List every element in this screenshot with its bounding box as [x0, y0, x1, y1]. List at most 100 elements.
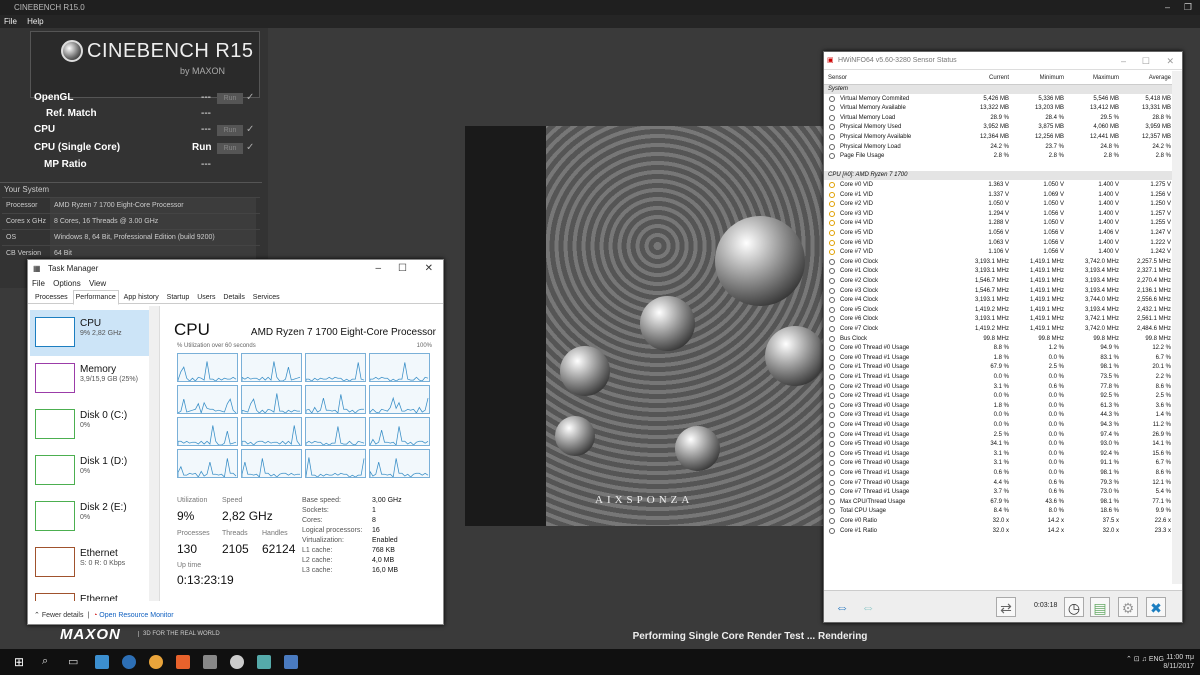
sensor-row[interactable]: Core #7 Clock 1,419.2 MHz 1,419.1 MHz 3,742…: [824, 325, 1174, 334]
windows-start-icon[interactable]: ⊞: [14, 655, 28, 669]
language-indicator[interactable]: ENG: [1149, 656, 1164, 663]
app-icon-2[interactable]: [284, 655, 298, 669]
sensor-row[interactable]: Core #5 Thread #0 Usage 34.1 % 0.0 % 93.0 %…: [824, 440, 1174, 449]
tab-app-history[interactable]: App history: [121, 290, 162, 305]
tab-users[interactable]: Users: [194, 290, 218, 305]
chevron-up-icon[interactable]: ⌃: [1126, 656, 1132, 663]
sensor-row[interactable]: Total CPU Usage 8.4 % 8.0 % 18.6 % 9.9 %: [824, 507, 1174, 516]
close-icon[interactable]: ✕: [1166, 52, 1174, 70]
task-manager-taskbar-icon[interactable]: [203, 655, 217, 669]
sensor-row[interactable]: Core #1 Thread #1 Usage 0.0 % 0.0 % 73.5 % 2…: [824, 373, 1174, 382]
sensor-row[interactable]: Core #6 Thread #1 Usage 0.6 % 0.0 % 98.1 % 8…: [824, 469, 1174, 478]
hwinfo-scrollbar[interactable]: [1172, 71, 1182, 584]
log-icon[interactable]: ▤: [1090, 597, 1110, 617]
menu-file[interactable]: File: [4, 17, 17, 26]
chevron-up-icon[interactable]: ⌃: [34, 612, 40, 619]
network-icon[interactable]: ⊡: [1134, 656, 1140, 663]
cpu-run-button[interactable]: Run: [217, 125, 243, 136]
close-sensors-icon[interactable]: ✖: [1146, 597, 1166, 617]
sensor-row[interactable]: Core #5 VID 1.056 V 1.056 V 1.406 V 1.247 V: [824, 229, 1174, 238]
opengl-run-button[interactable]: Run: [217, 93, 243, 104]
menu-options[interactable]: Options: [53, 279, 81, 288]
taskbar-clock[interactable]: 11:00 πμ 8/11/2017: [1163, 653, 1194, 671]
sidebar-item-0[interactable]: CPU 9% 2,82 GHz: [30, 310, 158, 356]
sensor-row[interactable]: Core #4 Thread #0 Usage 0.0 % 0.0 % 94.3 % 1…: [824, 421, 1174, 430]
sensor-row[interactable]: Max CPU/Thread Usage 67.9 % 43.6 % 98.1 % 77…: [824, 498, 1174, 507]
task-view-icon[interactable]: ▭: [68, 655, 82, 669]
sensor-row[interactable]: Bus Clock 99.8 MHz 99.8 MHz 99.8 MHz 99.8 MH…: [824, 335, 1174, 344]
chrome-icon[interactable]: [149, 655, 163, 669]
sensor-row[interactable]: Core #7 Thread #0 Usage 4.4 % 0.6 % 79.3 % 1…: [824, 479, 1174, 488]
sensor-row[interactable]: Core #2 Thread #1 Usage 0.0 % 0.0 % 92.5 % 2…: [824, 392, 1174, 401]
file-explorer-icon[interactable]: [95, 655, 109, 669]
volume-icon[interactable]: ♫: [1142, 656, 1147, 663]
tab-details[interactable]: Details: [220, 290, 247, 305]
sensor-row[interactable]: Core #5 Clock 1,419.2 MHz 1,419.1 MHz 3,193…: [824, 306, 1174, 315]
sensor-row[interactable]: Core #1 VID 1.337 V 1.069 V 1.400 V 1.256 V: [824, 191, 1174, 200]
sensor-row[interactable]: Core #7 VID 1.106 V 1.056 V 1.400 V 1.242 V: [824, 248, 1174, 257]
sensor-row[interactable]: Core #3 VID 1.294 V 1.056 V 1.400 V 1.257 V: [824, 210, 1174, 219]
column-minimum[interactable]: Minimum: [1040, 71, 1064, 85]
sensor-row[interactable]: Core #3 Thread #1 Usage 0.0 % 0.0 % 44.3 % 1…: [824, 411, 1174, 420]
sensor-row[interactable]: Core #0 Clock 3,193.1 MHz 1,419.1 MHz 3,742…: [824, 258, 1174, 267]
sensor-row[interactable]: Core #2 VID 1.050 V 1.050 V 1.400 V 1.250 V: [824, 200, 1174, 209]
fewer-details-link[interactable]: Fewer details: [42, 612, 84, 619]
sensor-row[interactable]: Core #3 Clock 1,546.7 MHz 1,419.1 MHz 3,193…: [824, 287, 1174, 296]
column-average[interactable]: Average: [1149, 71, 1171, 85]
minimize-icon[interactable]: –: [375, 260, 381, 278]
column-current[interactable]: Current: [989, 71, 1009, 85]
sensor-row[interactable]: Core #3 Thread #0 Usage 1.8 % 0.0 % 61.3 % 3…: [824, 402, 1174, 411]
sensor-group[interactable]: CPU [#0]: AMD Ryzen 7 1700: [824, 171, 1174, 181]
tab-processes[interactable]: Processes: [32, 290, 71, 305]
sidebar-item-3[interactable]: Disk 1 (D:) 0%: [30, 448, 158, 494]
sidebar-item-5[interactable]: Ethernet S: 0 R: 0 Kbps: [30, 540, 158, 586]
menu-view[interactable]: View: [89, 279, 106, 288]
sensor-row[interactable]: Core #1 Clock 3,193.1 MHz 1,419.1 MHz 3,193…: [824, 267, 1174, 276]
sensor-row[interactable]: Physical Memory Load 24.2 % 23.7 % 24.8 % 24…: [824, 143, 1174, 152]
sensor-row[interactable]: Core #0 Ratio 32.0 x 14.2 x 37.5 x 22.6 x: [824, 517, 1174, 526]
open-resource-monitor-link[interactable]: Open Resource Monitor: [99, 612, 173, 619]
menu-file[interactable]: File: [32, 279, 45, 288]
cpu-single-run-button[interactable]: Run: [217, 143, 243, 154]
network-icon[interactable]: ⇄: [996, 597, 1016, 617]
sidebar-item-1[interactable]: Memory 3,9/15,9 GB (25%): [30, 356, 158, 402]
sensor-row[interactable]: Core #5 Thread #1 Usage 3.1 % 0.0 % 92.4 % 1…: [824, 450, 1174, 459]
arrows-alt-icon[interactable]: ⇔: [856, 597, 880, 617]
minimize-icon[interactable]: –: [1121, 52, 1126, 70]
firefox-icon[interactable]: [122, 655, 136, 669]
column-maximum[interactable]: Maximum: [1093, 71, 1119, 85]
sensor-row[interactable]: Virtual Memory Available 13,322 MB 13,203 …: [824, 104, 1174, 113]
maximize-icon[interactable]: ☐: [1142, 52, 1150, 70]
sensor-row[interactable]: Core #2 Clock 1,546.7 MHz 1,419.1 MHz 3,193…: [824, 277, 1174, 286]
sidebar-item-6[interactable]: EthernetS: 0 R: 0 Kbps: [30, 586, 158, 601]
sensor-row[interactable]: Core #6 Thread #0 Usage 3.1 % 0.0 % 91.1 % 6…: [824, 459, 1174, 468]
sidebar-item-4[interactable]: Disk 2 (E:) 0%: [30, 494, 158, 540]
sensor-row[interactable]: Virtual Memory Commited 5,426 MB 5,336 MB 5…: [824, 95, 1174, 104]
sensor-row[interactable]: Physical Memory Used 3,952 MB 3,875 MB 4,06…: [824, 123, 1174, 132]
sensor-row[interactable]: Core #0 Thread #1 Usage 1.8 % 0.0 % 83.1 % 6…: [824, 354, 1174, 363]
sensor-row[interactable]: Core #6 VID 1.063 V 1.056 V 1.400 V 1.222 V: [824, 239, 1174, 248]
sensor-row[interactable]: Core #4 Thread #1 Usage 2.5 % 0.0 % 97.4 % 2…: [824, 431, 1174, 440]
close-icon[interactable]: ✕: [425, 260, 433, 278]
sensor-row[interactable]: Core #7 Thread #1 Usage 3.7 % 0.6 % 73.0 % 5…: [824, 488, 1174, 497]
sidebar-item-2[interactable]: Disk 0 (C:) 0%: [30, 402, 158, 448]
search-icon[interactable]: ⌕: [42, 655, 56, 669]
maximize-icon[interactable]: ☐: [398, 260, 407, 278]
sensor-row[interactable]: Physical Memory Available 12,364 MB 12,256…: [824, 133, 1174, 142]
tab-services[interactable]: Services: [250, 290, 283, 305]
sensor-row[interactable]: Core #2 Thread #0 Usage 3.1 % 0.6 % 77.8 % 8…: [824, 383, 1174, 392]
clock-icon[interactable]: ◷: [1064, 597, 1084, 617]
sensor-row[interactable]: Core #0 Thread #0 Usage 8.8 % 1.2 % 94.9 % 1…: [824, 344, 1174, 353]
menu-help[interactable]: Help: [27, 17, 43, 26]
sensor-row[interactable]: Core #6 Clock 3,193.1 MHz 1,419.1 MHz 3,742…: [824, 315, 1174, 324]
settings-icon[interactable]: ⚙: [1118, 597, 1138, 617]
tab-performance[interactable]: Performance: [72, 290, 119, 305]
arrows-icon[interactable]: ⇔: [830, 597, 854, 617]
minimize-icon[interactable]: –: [1165, 0, 1170, 15]
sensor-row[interactable]: Page File Usage 2.8 % 2.8 % 2.8 % 2.8 %: [824, 152, 1174, 161]
cinebench-taskbar-icon[interactable]: [230, 655, 244, 669]
sensor-row[interactable]: Core #1 Thread #0 Usage 67.9 % 2.5 % 98.1 %…: [824, 363, 1174, 372]
hwinfo-taskbar-icon[interactable]: [257, 655, 271, 669]
tab-startup[interactable]: Startup: [164, 290, 193, 305]
sensor-row[interactable]: Core #4 VID 1.288 V 1.050 V 1.400 V 1.255 V: [824, 219, 1174, 228]
